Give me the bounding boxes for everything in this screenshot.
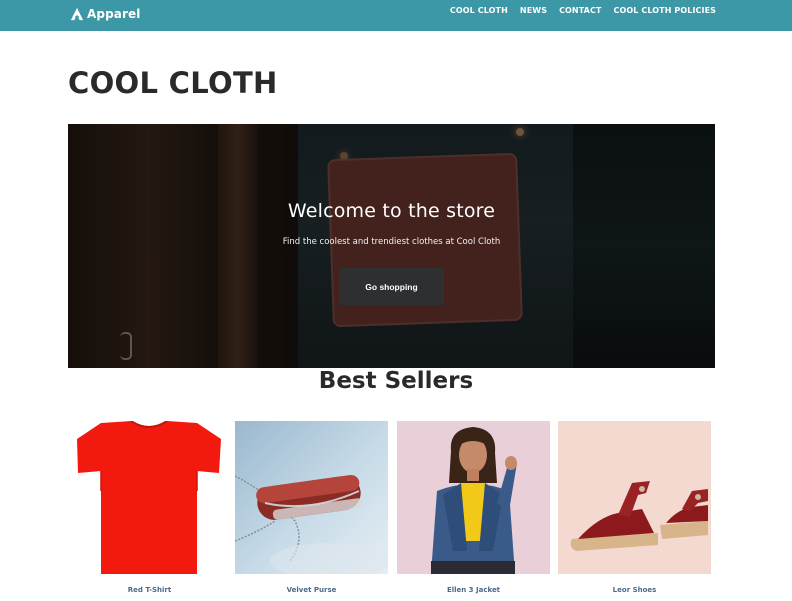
jacket-model-image [431, 427, 517, 574]
nav-cool-cloth[interactable]: COOL CLOTH [450, 6, 508, 15]
page-title: COOL CLOTH [68, 66, 278, 100]
best-sellers-title: Best Sellers [318, 368, 474, 394]
main-nav: COOL CLOTH NEWS CONTACT COOL CLOTH POLIC… [450, 6, 716, 15]
product-grid: Red T-Shirt Velvet Purse Ellen 3 Jacket … [73, 421, 713, 601]
nav-contact[interactable]: CONTACT [559, 6, 601, 15]
brand-name: Apparel [87, 7, 141, 21]
product-name[interactable]: Red T-Shirt [73, 586, 226, 594]
product-image-shoes[interactable] [558, 421, 711, 574]
go-shopping-button[interactable]: Go shopping [339, 268, 444, 305]
apparel-logo-icon [70, 7, 84, 21]
product-name[interactable]: Ellen 3 Jacket [397, 586, 550, 594]
tshirt-image [77, 421, 221, 574]
brand-logo[interactable]: Apparel [70, 4, 140, 24]
hero-subtitle: Find the coolest and trendiest clothes a… [282, 237, 501, 247]
hero-banner: Welcome to the store Find the coolest an… [68, 124, 715, 368]
product-card[interactable]: Red T-Shirt [73, 421, 226, 594]
nav-cool-cloth-policies[interactable]: COOL CLOTH POLICIES [614, 6, 717, 15]
product-card[interactable]: Velvet Purse [235, 421, 388, 594]
shoes-image [570, 481, 708, 551]
top-navbar: Apparel COOL CLOTH NEWS CONTACT COOL CLO… [0, 0, 792, 31]
nav-news[interactable]: NEWS [520, 6, 547, 15]
product-name[interactable]: Velvet Purse [235, 586, 388, 594]
hero-title: Welcome to the store [287, 200, 496, 222]
purse-image [235, 474, 388, 574]
product-card[interactable]: Leor Shoes [558, 421, 711, 594]
product-name[interactable]: Leor Shoes [558, 586, 711, 594]
product-image-red-tshirt[interactable] [73, 421, 226, 574]
product-image-jacket[interactable] [397, 421, 550, 574]
product-card[interactable]: Ellen 3 Jacket [397, 421, 550, 594]
product-image-velvet-purse[interactable] [235, 421, 388, 574]
